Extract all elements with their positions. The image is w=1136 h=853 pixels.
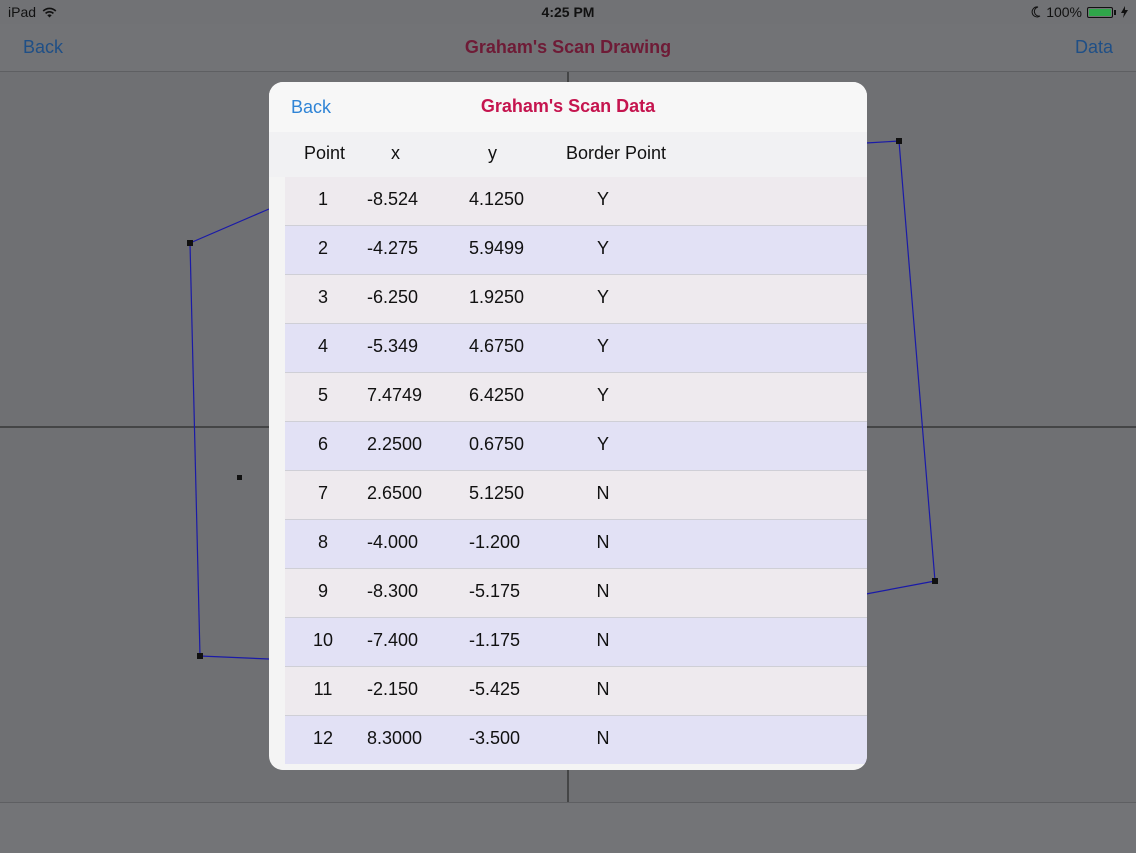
cell-border-point: Y bbox=[596, 189, 609, 209]
cell-point: 5 bbox=[317, 385, 328, 405]
cell-point: 3 bbox=[317, 287, 328, 307]
cell-y: 0.6750 bbox=[469, 434, 525, 454]
table-row[interactable]: 9 -8.300 -5.175 N bbox=[285, 569, 867, 618]
cell-x: -4.275 bbox=[367, 238, 419, 258]
cell-border-point: N bbox=[596, 728, 610, 748]
cell-x: -8.300 bbox=[367, 581, 419, 601]
cell-x: -2.150 bbox=[367, 679, 419, 699]
page-title: Graham's Scan Drawing bbox=[464, 37, 672, 57]
moon-icon bbox=[1031, 6, 1041, 18]
cell-y: 5.9499 bbox=[469, 238, 525, 258]
navigation-bar: Back Graham's Scan Drawing Data bbox=[0, 24, 1136, 72]
status-bar: iPad 4:25 PM 100% bbox=[0, 0, 1136, 24]
cell-y: -5.175 bbox=[469, 581, 521, 601]
cell-border-point: Y bbox=[596, 238, 609, 258]
table-row[interactable]: 3 -6.250 1.9250 Y bbox=[285, 275, 867, 324]
cell-x: 8.3000 bbox=[367, 728, 423, 748]
modal-header: Back Graham's Scan Data bbox=[269, 82, 867, 132]
cell-x: -7.400 bbox=[367, 630, 419, 650]
data-button[interactable]: Data bbox=[1075, 37, 1113, 58]
cell-y: -1.200 bbox=[469, 532, 521, 552]
cell-point: 10 bbox=[312, 630, 334, 650]
cell-point: 1 bbox=[317, 189, 328, 209]
cell-border-point: N bbox=[596, 679, 610, 699]
cell-y: 6.4250 bbox=[469, 385, 525, 405]
charging-bolt-icon bbox=[1121, 6, 1128, 18]
cell-point: 9 bbox=[317, 581, 328, 601]
table-row[interactable]: 4 -5.349 4.6750 Y bbox=[285, 324, 867, 373]
table-row[interactable]: 11 -2.150 -5.425 N bbox=[285, 667, 867, 716]
table-row[interactable]: 12 8.3000 -3.500 N bbox=[285, 716, 867, 765]
cell-y: 5.1250 bbox=[469, 483, 525, 503]
cell-border-point: N bbox=[596, 630, 610, 650]
table-row[interactable]: 7 2.6500 5.1250 N bbox=[285, 471, 867, 520]
cell-border-point: N bbox=[596, 483, 610, 503]
cell-y: -3.500 bbox=[469, 728, 521, 748]
cell-y: 4.1250 bbox=[469, 189, 525, 209]
battery-percent: 100% bbox=[1046, 4, 1082, 20]
cell-x: 2.6500 bbox=[367, 483, 423, 503]
column-header-border-point: Border Point bbox=[566, 143, 667, 163]
cell-x: -8.524 bbox=[367, 189, 419, 209]
cell-point: 7 bbox=[317, 483, 328, 503]
cell-point: 4 bbox=[317, 336, 328, 356]
cell-x: 7.4749 bbox=[367, 385, 423, 405]
cell-x: -5.349 bbox=[367, 336, 419, 356]
cell-border-point: Y bbox=[596, 287, 609, 307]
cell-border-point: Y bbox=[596, 434, 609, 454]
cell-border-point: Y bbox=[596, 336, 609, 356]
cell-point: 11 bbox=[313, 679, 333, 699]
column-header-y: y bbox=[488, 143, 497, 163]
battery-tip bbox=[1114, 9, 1116, 15]
cell-y: -1.175 bbox=[469, 630, 521, 650]
data-modal: Back Graham's Scan Data Point x y Border… bbox=[269, 82, 867, 770]
cell-point: 8 bbox=[317, 532, 328, 552]
column-header-x: x bbox=[391, 143, 400, 163]
cell-x: -4.000 bbox=[367, 532, 419, 552]
cell-border-point: N bbox=[596, 581, 610, 601]
cell-x: 2.2500 bbox=[367, 434, 423, 454]
table-row[interactable]: 1 -8.524 4.1250 Y bbox=[285, 177, 867, 226]
table-row[interactable]: 6 2.2500 0.6750 Y bbox=[285, 422, 867, 471]
table-row[interactable]: 10 -7.400 -1.175 N bbox=[285, 618, 867, 667]
cell-y: -5.425 bbox=[469, 679, 521, 699]
battery-icon bbox=[1087, 6, 1113, 18]
cell-border-point: Y bbox=[596, 385, 609, 405]
table-row[interactable]: 2 -4.275 5.9499 Y bbox=[285, 226, 867, 275]
table-row[interactable]: 8 -4.000 -1.200 N bbox=[285, 520, 867, 569]
table-header: Point x y Border Point bbox=[269, 132, 867, 177]
data-table[interactable]: 1 -8.524 4.1250 Y 2 -4.275 5.9499 Y 3 -6.250 1.925… bbox=[285, 177, 867, 765]
battery-level bbox=[1089, 8, 1111, 16]
cell-point: 6 bbox=[317, 434, 328, 454]
cell-y: 1.9250 bbox=[469, 287, 525, 307]
status-right: 100% bbox=[1031, 4, 1128, 20]
cell-x: -6.250 bbox=[367, 287, 419, 307]
cell-point: 2 bbox=[317, 238, 328, 258]
cell-y: 4.6750 bbox=[469, 336, 525, 356]
column-header-point: Point bbox=[304, 143, 346, 163]
table-row[interactable]: 5 7.4749 6.4250 Y bbox=[285, 373, 867, 422]
modal-title: Graham's Scan Data bbox=[480, 96, 656, 116]
bottom-toolbar bbox=[0, 802, 1136, 853]
modal-bottom-edge bbox=[269, 764, 867, 770]
cell-border-point: N bbox=[596, 532, 610, 552]
status-time: 4:25 PM bbox=[541, 4, 595, 20]
cell-point: 12 bbox=[312, 728, 334, 748]
